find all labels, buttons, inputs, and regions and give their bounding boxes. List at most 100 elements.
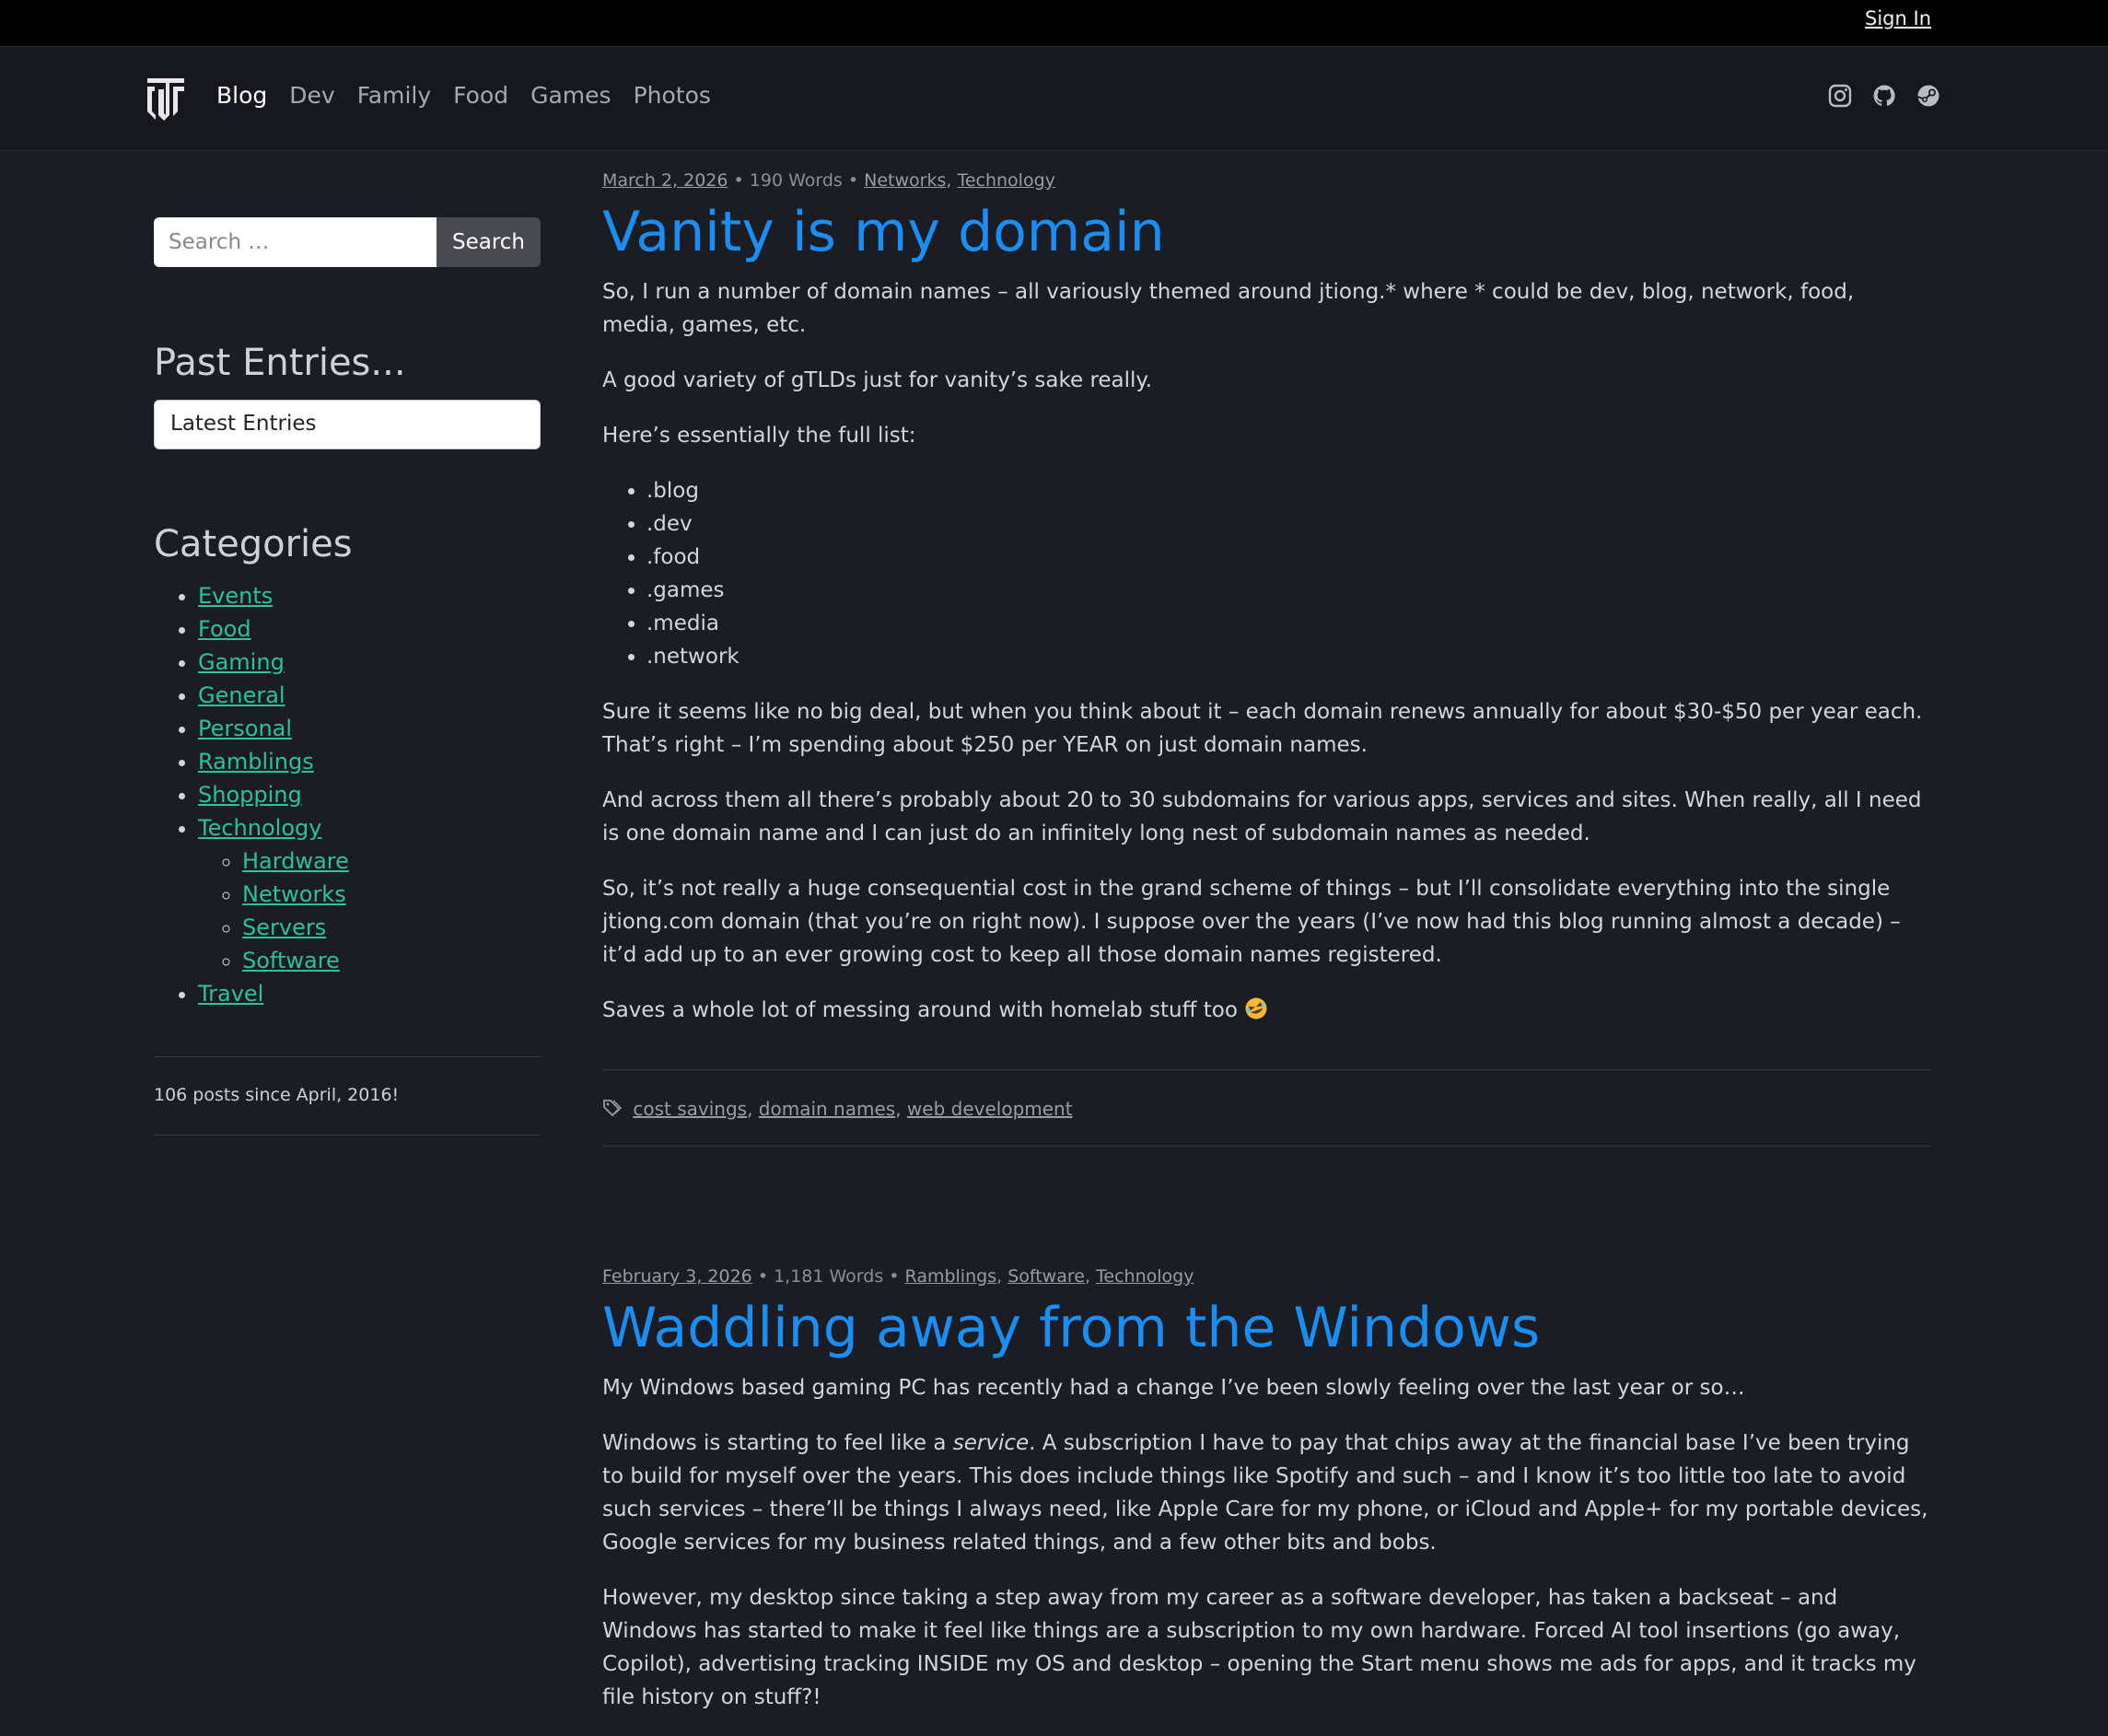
post: March 2, 2026 • 190 Words • Networks, Te… [602,170,1931,1147]
tag-link[interactable]: cost savings [633,1098,747,1120]
comma: , [946,170,958,191]
post-meta: March 2, 2026 • 190 Words • Networks, Te… [602,170,1931,191]
category-personal[interactable]: Personal [198,716,292,741]
post-emphasis: service [952,1431,1030,1455]
category-hardware[interactable]: Hardware [242,848,349,874]
post-date-link[interactable]: March 2, 2026 [602,170,728,191]
comma: , [747,1098,759,1120]
tags-divider [602,1146,1931,1147]
category-general[interactable]: General [198,682,285,708]
category-item: Technology Hardware Networks Servers Sof… [198,811,349,977]
technology-subcategories: Hardware Networks Servers Software [198,845,349,977]
nav-links: Blog Dev Family Food Games Photos [216,82,711,109]
category-technology[interactable]: Technology [198,815,321,841]
post-category-link[interactable]: Software [1007,1266,1085,1287]
nav-family[interactable]: Family [357,82,431,109]
post-feed: March 2, 2026 • 190 Words • Networks, Te… [602,170,1931,1736]
top-bar: Sign In [0,0,2108,47]
nav-food[interactable]: Food [453,82,508,109]
sign-in-link[interactable]: Sign In [1865,7,1931,29]
list-item: .dev [646,507,1931,541]
tag-link[interactable]: web development [907,1098,1073,1120]
post-category-link[interactable]: Ramblings [905,1266,997,1287]
search-form: Search [154,217,541,267]
comma: , [996,1266,1008,1287]
category-item: Travel [198,977,349,1010]
category-gaming[interactable]: Gaming [198,649,285,675]
category-servers[interactable]: Servers [242,915,326,940]
past-entries-dropdown[interactable]: Latest Entries [154,400,541,449]
categories-heading: Categories [154,523,353,565]
post: February 3, 2026 • 1,181 Words • Ramblin… [602,1266,1931,1714]
post-paragraph-text: Saves a whole lot of messing around with… [602,998,1238,1022]
category-networks[interactable]: Networks [242,881,346,907]
comma: , [1084,1266,1097,1287]
search-input[interactable] [154,217,437,267]
sidebar-divider [154,1135,541,1136]
category-food[interactable]: Food [198,616,251,642]
nav-dev[interactable]: Dev [289,82,334,109]
rofl-emoji-icon [1244,996,1268,1020]
category-item: Events [198,579,349,612]
nav-blog[interactable]: Blog [216,82,267,109]
separator: • [733,170,750,191]
nav-games[interactable]: Games [530,82,611,109]
site-logo-icon[interactable] [146,75,186,122]
tag-link[interactable]: domain names [759,1098,895,1120]
post-paragraph: A good variety of gTLDs just for vanity’… [602,368,1153,392]
category-item: Food [198,612,349,646]
list-item: .games [646,574,1931,607]
nav-photos[interactable]: Photos [634,82,711,109]
post-tags: cost savings, domain names, web developm… [602,1070,1931,1146]
sidebar-divider [154,1056,541,1057]
past-entries-heading: Past Entries... [154,342,406,384]
post-category-link[interactable]: Technology [1096,1266,1194,1287]
search-button[interactable]: Search [437,217,541,267]
category-shopping[interactable]: Shopping [198,782,302,808]
list-item: .food [646,541,1931,574]
category-item: Ramblings [198,745,349,778]
post-title[interactable]: Vanity is my domain [602,196,1931,268]
category-item: General [198,679,349,712]
category-software[interactable]: Software [242,948,340,973]
post-paragraph: Here’s essentially the full list: [602,424,916,448]
category-events[interactable]: Events [198,583,273,609]
subcategory-item: Hardware [242,845,349,878]
steam-icon[interactable] [1916,84,1940,108]
domain-list: .blog .dev .food .games .media .network [602,474,1931,673]
post-paragraph: So, I run a number of domain names – all… [602,280,1855,337]
list-item: .blog [646,474,1931,507]
post-word-count: 1,181 Words [774,1266,884,1287]
subcategory-item: Servers [242,911,349,944]
subcategory-item: Software [242,944,349,977]
post-date-link[interactable]: February 3, 2026 [602,1266,752,1287]
post-paragraph: Sure it seems like no big deal, but when… [602,700,1923,757]
post-text: Windows is starting to feel like a [602,1431,953,1455]
main-navbar: Blog Dev Family Food Games Photos [0,47,2108,151]
post-word-count: 190 Words [749,170,843,191]
categories-list: Events Food Gaming General Personal Ramb… [154,579,349,1010]
post-category-link[interactable]: Technology [957,170,1054,191]
post-title[interactable]: Waddling away from the Windows [602,1292,1931,1364]
post-category-link[interactable]: Networks [864,170,946,191]
separator: • [757,1266,774,1287]
github-icon[interactable] [1872,84,1896,108]
category-ramblings[interactable]: Ramblings [198,749,314,775]
separator: • [889,1266,905,1287]
post-paragraph: Windows is starting to feel like a servi… [602,1427,1931,1559]
comma: , [895,1098,907,1120]
list-item: .media [646,607,1931,640]
post-paragraph: My Windows based gaming PC has recently … [602,1376,1745,1400]
separator: • [847,170,865,191]
list-item: .network [646,640,1931,673]
category-item: Shopping [198,778,349,811]
post-meta: February 3, 2026 • 1,181 Words • Ramblin… [602,1266,1931,1287]
posts-count: 106 posts since April, 2016! [154,1085,400,1105]
post-paragraph: However, my desktop since taking a step … [602,1586,1916,1709]
instagram-icon[interactable] [1828,84,1852,108]
tag-icon [602,1099,623,1118]
category-item: Gaming [198,646,349,679]
category-travel[interactable]: Travel [198,981,263,1007]
post-paragraph-last: Saves a whole lot of messing around with… [602,994,1931,1027]
post-paragraph: And across them all there’s probably abo… [602,788,1922,845]
